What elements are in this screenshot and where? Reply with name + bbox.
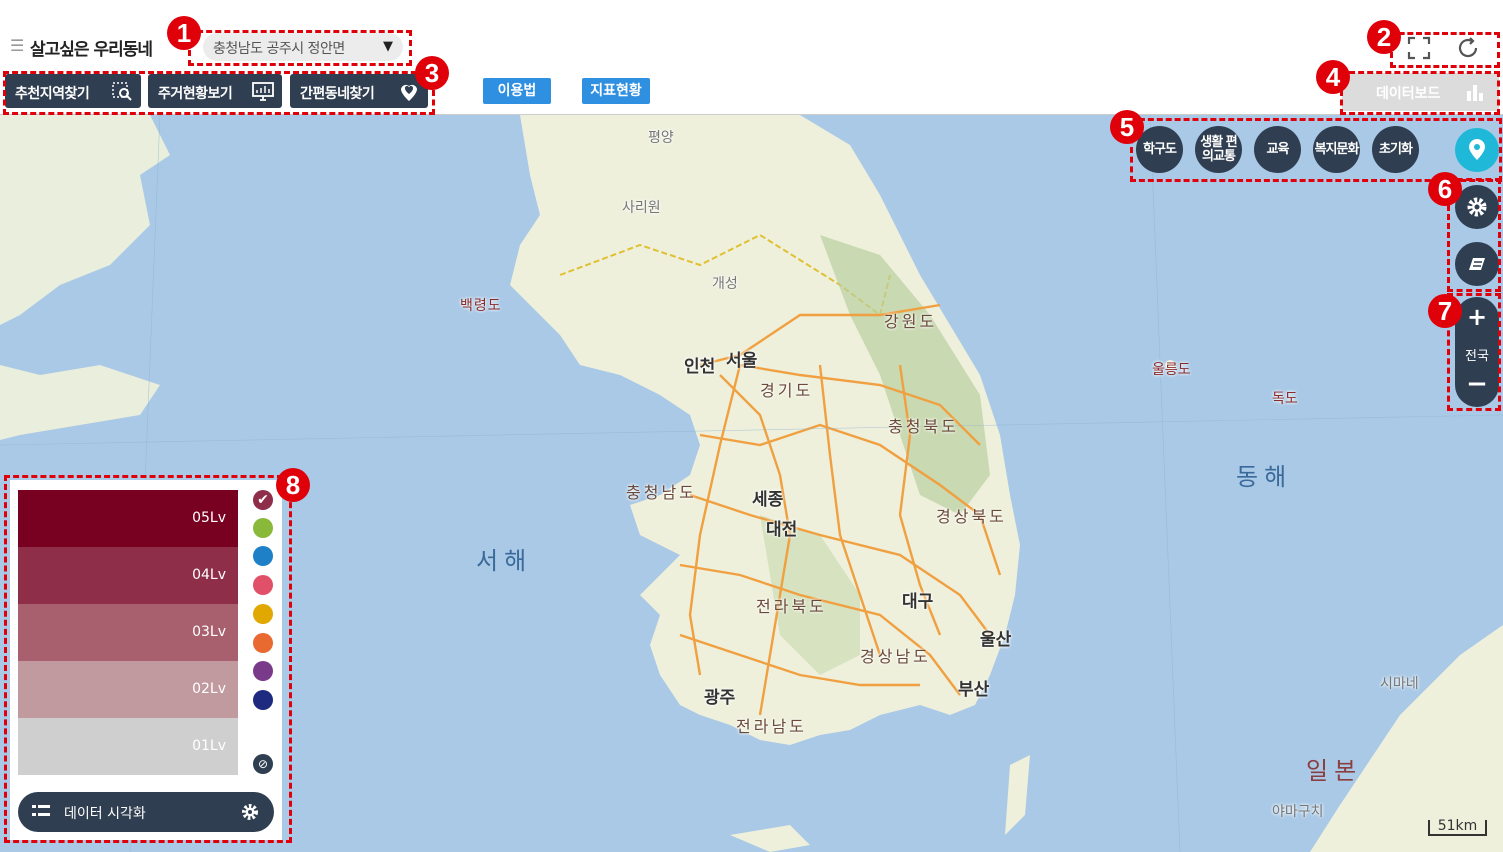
menu-icon[interactable]: ☰ xyxy=(10,36,24,55)
callout-box-1 xyxy=(188,30,412,66)
map-label-dokdo: 독도 xyxy=(1272,391,1298,407)
map-label-ulleung: 울릉도 xyxy=(1152,362,1191,378)
map-label-daegu: 대구 xyxy=(902,592,934,612)
map-label-pyongyang: 평양 xyxy=(648,130,674,146)
map-label-busan: 부산 xyxy=(958,680,990,700)
callout-box-4 xyxy=(1340,71,1500,115)
callout-number-4: 4 xyxy=(1316,60,1350,94)
map-label-gyeongbuk: 경상북도 xyxy=(936,507,1007,526)
map-label-sejong: 세종 xyxy=(752,490,784,510)
callout-number-5: 5 xyxy=(1110,110,1144,144)
map-label-seoul: 서울 xyxy=(726,351,758,371)
app-title: 살고싶은 우리동네 xyxy=(30,40,153,60)
map-label-chungnam: 충청남도 xyxy=(626,483,697,502)
indicator-button[interactable]: 지표현황 xyxy=(582,78,650,104)
callout-number-6: 6 xyxy=(1428,172,1462,206)
map-scale: 51km xyxy=(1428,819,1487,836)
callout-box-8 xyxy=(4,475,292,843)
callout-number-8: 8 xyxy=(276,468,310,502)
map-label-jeonbuk: 전라북도 xyxy=(756,597,827,616)
map-label-gyeongnam: 경상남도 xyxy=(860,647,931,666)
map-label-baengnyeong: 백령도 xyxy=(460,298,502,314)
map-label-gwangju: 광주 xyxy=(704,688,736,708)
map-label-incheon: 인천 xyxy=(684,357,716,377)
map-label-west-sea: 서해 xyxy=(476,547,533,575)
map-label-gangwon: 강원도 xyxy=(884,312,938,331)
callout-number-7: 7 xyxy=(1428,294,1462,328)
map-label-kaesong: 개성 xyxy=(712,276,738,292)
map-label-daejeon: 대전 xyxy=(766,520,798,540)
callout-box-2 xyxy=(1390,32,1500,68)
map-label-east-sea: 동해 xyxy=(1236,463,1293,491)
map-label-jeonnam: 전라남도 xyxy=(736,717,807,736)
map-label-chungbuk: 충청북도 xyxy=(888,417,959,436)
map-label-ulsan: 울산 xyxy=(980,630,1012,650)
map-label-sariwon: 사리원 xyxy=(622,200,661,216)
map-label-shimane: 시마네 xyxy=(1380,676,1419,692)
map-label-yamaguchi: 야마구치 xyxy=(1272,804,1324,820)
callout-box-3 xyxy=(3,71,435,115)
callout-number-3: 3 xyxy=(415,56,449,90)
callout-number-1: 1 xyxy=(167,16,201,50)
map-label-gyeonggi: 경기도 xyxy=(760,381,814,400)
map-label-japan: 일본 xyxy=(1306,757,1363,785)
usage-button[interactable]: 이용법 xyxy=(483,78,551,104)
callout-number-2: 2 xyxy=(1367,20,1401,54)
